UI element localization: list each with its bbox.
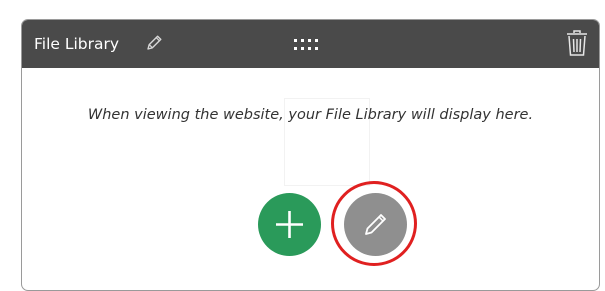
placeholder-message: When viewing the website, your File Libr…	[87, 107, 534, 123]
widget-header: File Library	[22, 20, 599, 68]
pencil-icon	[365, 214, 386, 235]
trash-icon[interactable]	[566, 29, 588, 57]
plus-icon	[276, 211, 303, 238]
edit-library-button[interactable]	[344, 193, 407, 256]
drag-handle-icon[interactable]	[293, 37, 319, 51]
title-edit-pencil-icon[interactable]	[145, 34, 163, 52]
file-library-widget: File Library When viewing the website, y…	[21, 19, 600, 291]
add-file-button[interactable]	[258, 193, 321, 256]
widget-title: File Library	[34, 35, 120, 53]
